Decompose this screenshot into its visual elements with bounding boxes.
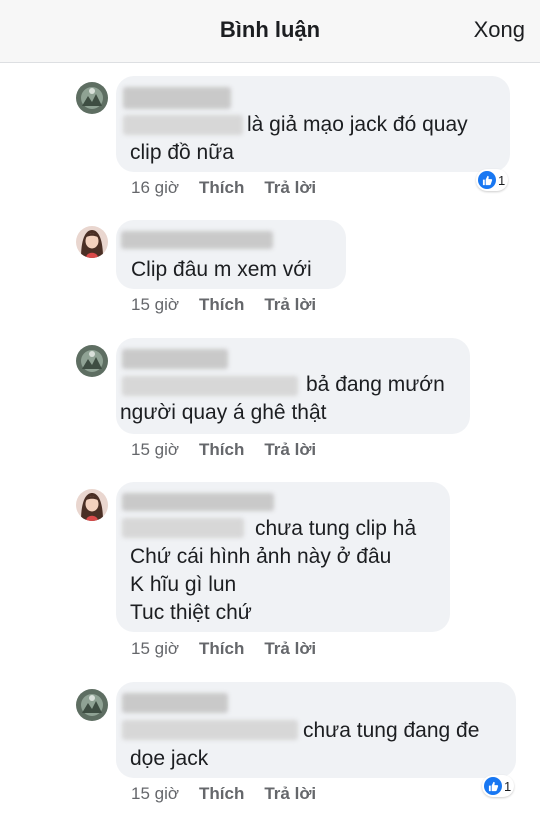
like-icon [484, 777, 502, 795]
reaction-count: 1 [498, 172, 506, 188]
avatar[interactable] [76, 82, 108, 114]
reply-button[interactable]: Trả lời [264, 784, 316, 803]
comment-text-line: bả đang mướn [306, 373, 445, 396]
done-button[interactable]: Xong [474, 17, 525, 43]
avatar[interactable] [76, 689, 108, 721]
avatar[interactable] [76, 226, 108, 258]
comment-bubble: chưa tung đang đe dọe jack [116, 682, 516, 778]
avatar[interactable] [76, 345, 108, 377]
comment-text-line: dọe jack [130, 747, 209, 770]
comment-time: 15 giờ [131, 295, 180, 314]
comment-text-line: Clip đâu m xem với [131, 258, 312, 281]
comment-bubble: chưa tung clip hả Chứ cái hình ảnh này ở… [116, 482, 450, 632]
comment-text-line: Chứ cái hình ảnh này ở đâu [130, 545, 392, 568]
like-button[interactable]: Thích [199, 440, 244, 459]
comment-actions: 15 giờ Thích Trả lời [131, 639, 316, 659]
reaction-count: 1 [504, 778, 512, 794]
header-bar: Bình luận Xong [0, 0, 540, 63]
comment-text-line: chưa tung đang đe [303, 719, 480, 742]
like-icon [478, 171, 496, 189]
blurred-mention [122, 518, 244, 538]
blurred-mention [122, 376, 298, 396]
comment-actions: 15 giờ Thích Trả lời [131, 295, 316, 315]
comment-actions: 15 giờ Thích Trả lời [131, 440, 316, 460]
comment-text-line: là giả mạo jack đó quay [247, 113, 468, 136]
reaction-badge[interactable]: 1 [482, 775, 515, 797]
blurred-mention [123, 115, 243, 135]
like-button[interactable]: Thích [199, 639, 244, 658]
blurred-author-name [122, 493, 274, 511]
blurred-author-name [122, 693, 228, 713]
blurred-author-name [123, 87, 231, 109]
reply-button[interactable]: Trả lời [264, 295, 316, 314]
blurred-mention [122, 720, 298, 740]
comment-time: 15 giờ [131, 440, 180, 459]
blurred-author-name [121, 231, 273, 249]
comment-text-line: người quay á ghê thật [120, 401, 327, 424]
comment-text-line: Tuc thiệt chứ [130, 601, 252, 624]
comment-time: 15 giờ [131, 784, 180, 803]
comment-text-line: clip đồ nữa [130, 141, 234, 164]
comment-text-line: chưa tung clip hả [255, 517, 417, 540]
reply-button[interactable]: Trả lời [264, 178, 316, 197]
avatar[interactable] [76, 489, 108, 521]
comment-text-line: K hĩu gì lun [130, 573, 237, 596]
comment-bubble: Clip đâu m xem với [116, 220, 346, 289]
comment-time: 15 giờ [131, 639, 180, 658]
like-button[interactable]: Thích [199, 784, 244, 803]
page-title: Bình luận [219, 17, 321, 42]
reaction-badge[interactable]: 1 [476, 169, 509, 191]
comment-bubble: là giả mạo jack đó quay clip đồ nữa [116, 76, 510, 172]
reply-button[interactable]: Trả lời [264, 440, 316, 459]
comment-bubble: bả đang mướn người quay á ghê thật [116, 338, 470, 434]
blurred-author-name [122, 349, 228, 369]
reply-button[interactable]: Trả lời [264, 639, 316, 658]
comment-actions: 16 giờ Thích Trả lời [131, 178, 316, 198]
like-button[interactable]: Thích [199, 178, 244, 197]
comment-time: 16 giờ [131, 178, 180, 197]
like-button[interactable]: Thích [199, 295, 244, 314]
comment-actions: 15 giờ Thích Trả lời [131, 784, 316, 804]
